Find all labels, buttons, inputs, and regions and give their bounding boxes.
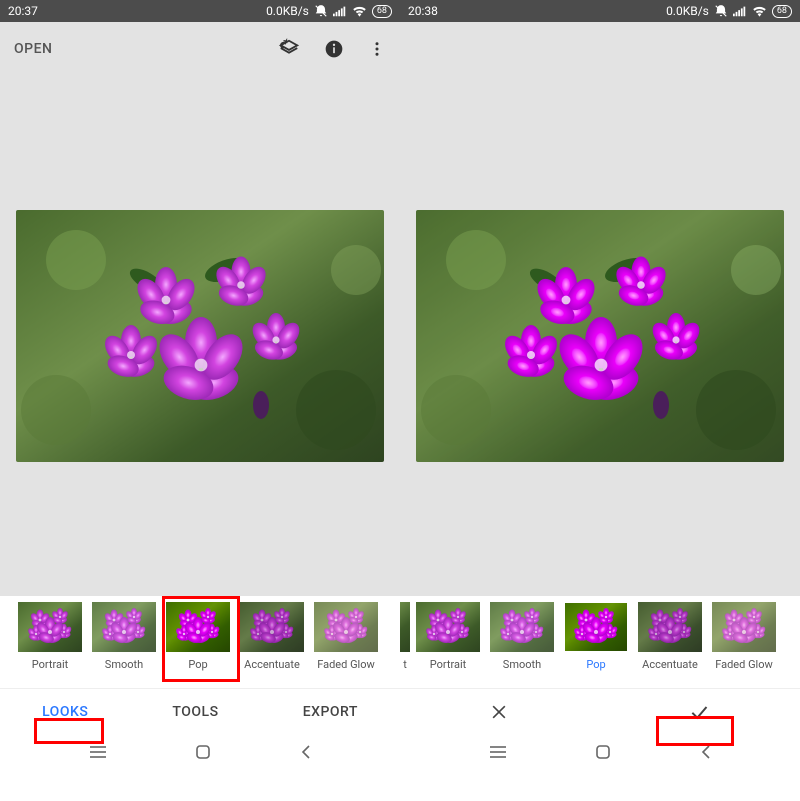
battery-indicator: 68 (372, 5, 392, 18)
bottom-actions (400, 688, 800, 734)
filter-label: Accentuate (244, 658, 300, 671)
main-photo (16, 210, 384, 462)
filter-smooth[interactable]: Smooth (88, 602, 160, 671)
battery-indicator: 68 (772, 5, 792, 18)
signal-icon (333, 5, 347, 17)
filter-label: Portrait (430, 658, 467, 671)
android-nav-bar (0, 734, 400, 770)
filter-portrait[interactable]: Portrait (14, 602, 86, 671)
undo-layers-icon[interactable] (278, 38, 300, 60)
right-screenshot: 20:38 0.0KB/s 68 t Portrait (400, 0, 800, 801)
filter-pop[interactable]: Pop (560, 602, 632, 671)
filter-accentuate[interactable]: Accentuate (236, 602, 308, 671)
filter-label: Pop (188, 658, 207, 671)
wifi-icon (752, 5, 767, 17)
nav-recents-icon[interactable] (489, 745, 507, 759)
photo-canvas[interactable] (0, 76, 400, 596)
dnd-icon (714, 4, 728, 18)
filter-label: t (403, 658, 407, 671)
filter-label: Faded Glow (317, 658, 375, 671)
tab-tools[interactable]: TOOLS (172, 704, 218, 720)
tab-export[interactable]: EXPORT (303, 704, 358, 720)
dnd-icon (314, 4, 328, 18)
filter-accentuate[interactable]: Accentuate (634, 602, 706, 671)
status-net: 0.0KB/s (666, 4, 709, 18)
filter-portrait[interactable]: Portrait (412, 602, 484, 671)
nav-home-icon[interactable] (595, 744, 611, 760)
filter-smooth[interactable]: Smooth (486, 602, 558, 671)
more-icon[interactable] (368, 40, 386, 58)
android-nav-bar (400, 734, 800, 770)
top-toolbar-blank (400, 22, 800, 76)
nav-back-icon[interactable] (700, 744, 712, 760)
wifi-icon (352, 5, 367, 17)
filter-strip[interactable]: t Portrait Smooth Pop Accentuate Faded G… (400, 596, 800, 688)
bottom-tabs: LOOKS TOOLS EXPORT (0, 688, 400, 734)
confirm-button[interactable] (687, 702, 711, 722)
status-bar: 20:37 0.0KB/s 68 (0, 0, 400, 22)
main-photo (416, 210, 784, 462)
filter-pop[interactable]: Pop (162, 602, 234, 671)
cancel-button[interactable] (489, 702, 509, 722)
status-time: 20:37 (8, 4, 38, 18)
filter-label: Smooth (105, 658, 143, 671)
signal-icon (733, 5, 747, 17)
filter-partial[interactable]: t (400, 602, 410, 671)
nav-recents-icon[interactable] (89, 745, 107, 759)
top-toolbar: OPEN (0, 22, 400, 76)
filter-faded-glow[interactable]: Faded Glow (708, 602, 780, 671)
nav-back-icon[interactable] (300, 744, 312, 760)
status-bar: 20:38 0.0KB/s 68 (400, 0, 800, 22)
info-icon[interactable] (324, 39, 344, 59)
tab-looks[interactable]: LOOKS (42, 704, 88, 720)
status-time: 20:38 (408, 4, 438, 18)
status-net: 0.0KB/s (266, 4, 309, 18)
open-button[interactable]: OPEN (14, 41, 52, 57)
left-screenshot: 20:37 0.0KB/s 68 OPEN (0, 0, 400, 801)
nav-home-icon[interactable] (195, 744, 211, 760)
filter-label: Pop (586, 658, 605, 671)
filter-faded-glow[interactable]: Faded Glow (310, 602, 382, 671)
filter-label: Smooth (503, 658, 541, 671)
filter-label: Portrait (32, 658, 69, 671)
photo-canvas[interactable] (400, 76, 800, 596)
filter-strip[interactable]: Portrait Smooth Pop Accentuate Faded Glo… (0, 596, 400, 688)
filter-label: Faded Glow (715, 658, 773, 671)
filter-label: Accentuate (642, 658, 698, 671)
